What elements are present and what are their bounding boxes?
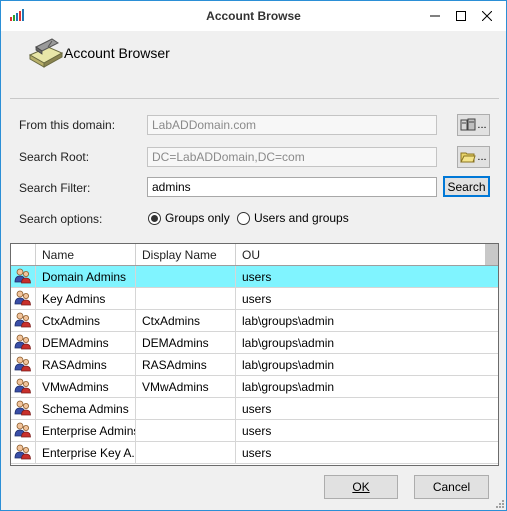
table-row[interactable]: Key Admins users (11, 288, 498, 310)
cell-name: Key Admins (36, 288, 136, 309)
grid-header: Name Display Name OU (11, 244, 498, 266)
domain-field[interactable] (147, 115, 437, 135)
users-and-groups-label: Users and groups (254, 211, 349, 225)
group-users-icon (14, 356, 31, 372)
column-header-ou[interactable]: OU (236, 244, 485, 265)
root-label: Search Root: (19, 150, 90, 164)
cell-name: Schema Admins (36, 398, 136, 419)
table-row[interactable]: CtxAdmins CtxAdmins lab\groups\admin (11, 310, 498, 332)
cell-ou: users (242, 424, 272, 438)
row-icon-cell (11, 420, 36, 441)
close-button[interactable] (474, 5, 500, 27)
ok-label: OK (352, 480, 370, 494)
row-icon-cell (11, 288, 36, 309)
minimize-icon (430, 15, 440, 17)
table-row[interactable]: RASAdmins RASAdmins lab\groups\admin (11, 354, 498, 376)
table-row[interactable]: Schema Admins users (11, 398, 498, 420)
groups-only-radio[interactable]: Groups only (148, 211, 230, 225)
group-users-icon (14, 268, 31, 284)
table-row[interactable]: Domain Admins users (11, 266, 498, 288)
header-icon-column[interactable] (11, 244, 36, 265)
table-row[interactable]: DEMAdmins DEMAdmins lab\groups\admin (11, 332, 498, 354)
cell-display-name: CtxAdmins (136, 310, 236, 331)
radio-unselected-icon (237, 211, 250, 225)
minimize-button[interactable] (422, 5, 448, 27)
folder-icon (460, 152, 477, 163)
cell-name: DEMAdmins (36, 332, 136, 353)
cell-ou: lab\groups\admin (242, 314, 335, 328)
group-users-icon (14, 378, 31, 394)
cancel-button[interactable]: Cancel (414, 475, 489, 499)
browse-domain-button[interactable]: ... (457, 114, 490, 136)
cell-ou: users (242, 446, 272, 460)
row-icon-cell (11, 266, 36, 287)
account-browse-window: Account Browse Account Browser From this… (0, 0, 507, 511)
title-bar[interactable]: Account Browse (1, 1, 506, 31)
cell-ou: users (242, 402, 272, 416)
results-grid[interactable]: Name Display Name OU Domain Admins users K… (10, 243, 499, 466)
banner-title: Account Browser (64, 45, 170, 61)
search-root-field[interactable] (147, 147, 437, 167)
group-users-icon (14, 312, 31, 328)
row-icon-cell (11, 442, 36, 463)
cell-ou: lab\groups\admin (242, 380, 335, 394)
column-header-name[interactable]: Name (36, 244, 136, 265)
grid-body: Domain Admins users Key Admins users CtxAdmi… (11, 266, 498, 464)
group-users-icon (14, 422, 31, 438)
maximize-icon (456, 11, 466, 21)
cell-ou: users (242, 270, 272, 284)
row-icon-cell (11, 398, 36, 419)
filter-label: Search Filter: (19, 181, 91, 195)
server-icon (460, 118, 476, 131)
header-filler (485, 244, 498, 265)
browse-root-button[interactable]: ... (457, 146, 490, 168)
group-users-icon (14, 334, 31, 350)
groups-only-label: Groups only (165, 211, 230, 225)
table-row[interactable]: VMwAdmins VMwAdmins lab\groups\admin (11, 376, 498, 398)
header-banner: Account Browser (10, 31, 499, 99)
resize-grip-icon[interactable] (495, 499, 505, 509)
dots-label: ... (477, 119, 487, 131)
dots-label: ... (477, 151, 487, 163)
users-and-groups-radio[interactable]: Users and groups (237, 211, 349, 225)
row-icon-cell (11, 376, 36, 397)
scanner-book-icon (28, 38, 64, 68)
cancel-label: Cancel (432, 480, 471, 494)
column-header-display-name[interactable]: Display Name (136, 244, 236, 265)
group-users-icon (14, 290, 31, 306)
group-users-icon (14, 400, 31, 416)
cell-name: VMwAdmins (36, 376, 136, 397)
table-row[interactable]: Enterprise Key A... users (11, 442, 498, 464)
cell-ou: lab\groups\admin (242, 336, 335, 350)
cell-ou: lab\groups\admin (242, 358, 335, 372)
maximize-button[interactable] (448, 5, 474, 27)
group-users-icon (14, 444, 31, 460)
cell-name: RASAdmins (36, 354, 136, 375)
domain-label: From this domain: (19, 118, 116, 132)
cell-name: Domain Admins (36, 266, 136, 287)
cell-name: Enterprise Admins (36, 420, 136, 441)
cell-display-name (136, 288, 236, 309)
cell-name: Enterprise Key A... (36, 442, 136, 463)
options-label: Search options: (19, 212, 103, 226)
row-icon-cell (11, 310, 36, 331)
table-row[interactable]: Enterprise Admins users (11, 420, 498, 442)
cell-display-name: VMwAdmins (136, 376, 236, 397)
search-filter-input[interactable] (147, 177, 437, 197)
search-button[interactable]: Search (443, 176, 490, 197)
cell-display-name (136, 266, 236, 287)
cell-display-name: DEMAdmins (136, 332, 236, 353)
cell-name: CtxAdmins (36, 310, 136, 331)
cell-display-name (136, 420, 236, 441)
cell-ou: users (242, 292, 272, 306)
row-icon-cell (11, 354, 36, 375)
row-icon-cell (11, 332, 36, 353)
close-icon (482, 11, 492, 21)
cell-display-name: RASAdmins (136, 354, 236, 375)
radio-selected-icon (148, 211, 161, 225)
cell-display-name (136, 442, 236, 463)
cell-display-name (136, 398, 236, 419)
ok-button[interactable]: OK (324, 475, 398, 499)
